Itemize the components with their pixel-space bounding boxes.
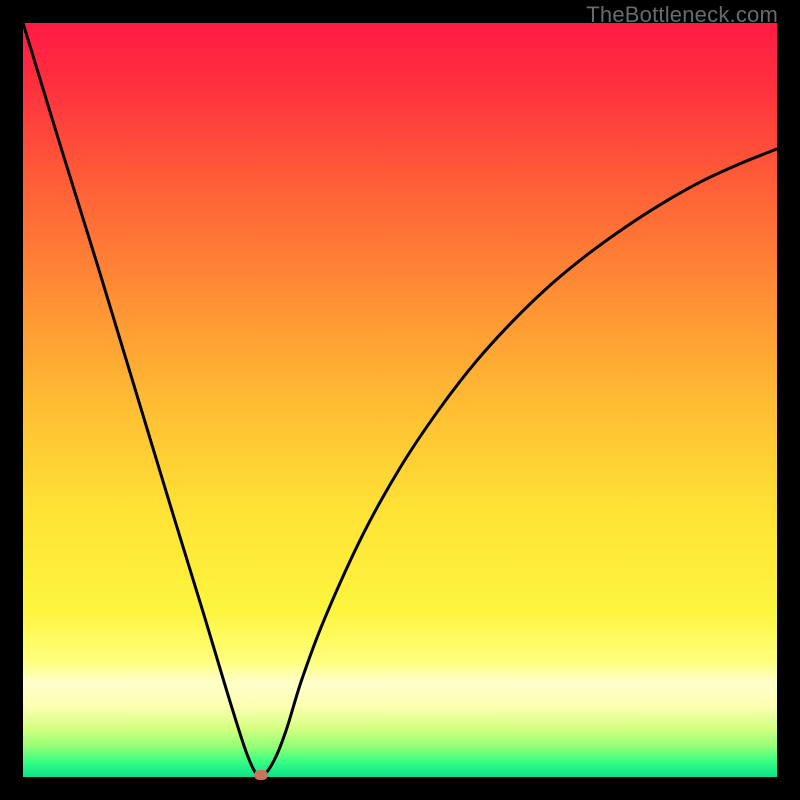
gradient-background (23, 23, 777, 777)
minimum-marker (254, 770, 268, 780)
watermark-text: TheBottleneck.com (586, 2, 778, 28)
chart-area (23, 23, 777, 777)
